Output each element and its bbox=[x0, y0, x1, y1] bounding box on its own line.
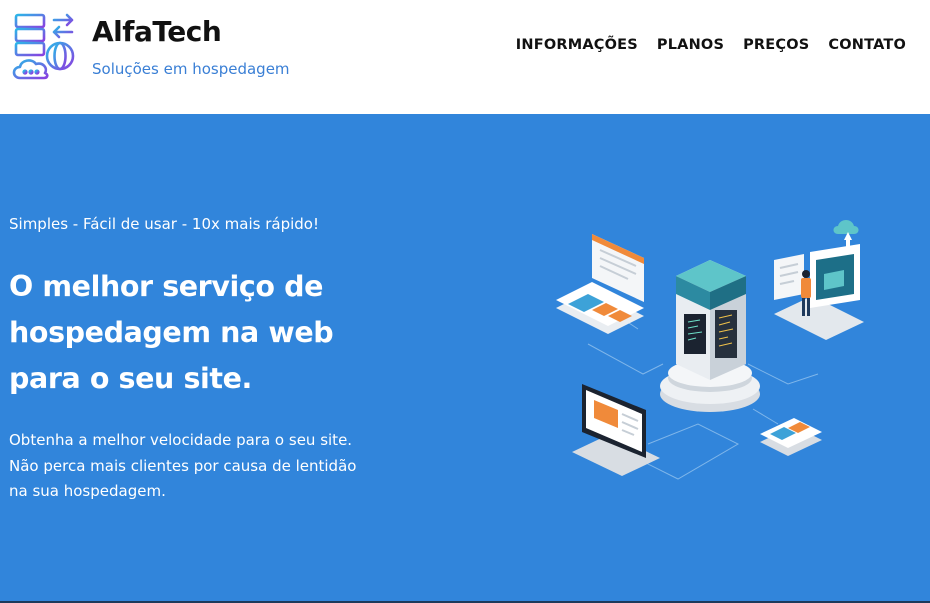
brand-tagline: Soluções em hospedagem bbox=[92, 60, 290, 78]
brand-name[interactable]: AlfaTech bbox=[92, 15, 222, 48]
hero-kicker: Simples - Fácil de usar - 10x mais rápid… bbox=[9, 215, 319, 233]
hero-description-line: Não perca mais clientes por causa de len… bbox=[9, 456, 357, 475]
small-card-graphic bbox=[760, 418, 822, 456]
server-tower bbox=[676, 260, 746, 380]
nav-item-precos[interactable]: PREÇOS bbox=[743, 37, 809, 53]
hero-description-line: Obtenha a melhor velocidade para o seu s… bbox=[9, 431, 353, 449]
nav-item-informacoes[interactable]: INFORMAÇÕES bbox=[516, 37, 638, 53]
hero-section: Simples - Fácil de usar - 10x mais rápid… bbox=[0, 114, 930, 603]
hero-description: Obtenha a melhor velocidade para o seu s… bbox=[9, 428, 429, 505]
hero-description-line: na sua hospedagem. bbox=[9, 482, 166, 500]
main-nav: INFORMAÇÕES PLANOS PREÇOS CONTATO bbox=[516, 37, 906, 53]
nav-item-contato[interactable]: CONTATO bbox=[828, 37, 906, 53]
laptop-graphic bbox=[572, 384, 660, 476]
server-cloud-globe-icon[interactable] bbox=[10, 12, 78, 82]
site-header: AlfaTech Soluções em hospedagem INFORMAÇ… bbox=[0, 0, 930, 114]
hosting-server-illustration bbox=[556, 220, 864, 480]
hero-title: O melhor serviço de hospedagem na web pa… bbox=[9, 270, 334, 395]
dashboard-graphic bbox=[774, 220, 864, 340]
nav-item-planos[interactable]: PLANOS bbox=[657, 37, 724, 53]
